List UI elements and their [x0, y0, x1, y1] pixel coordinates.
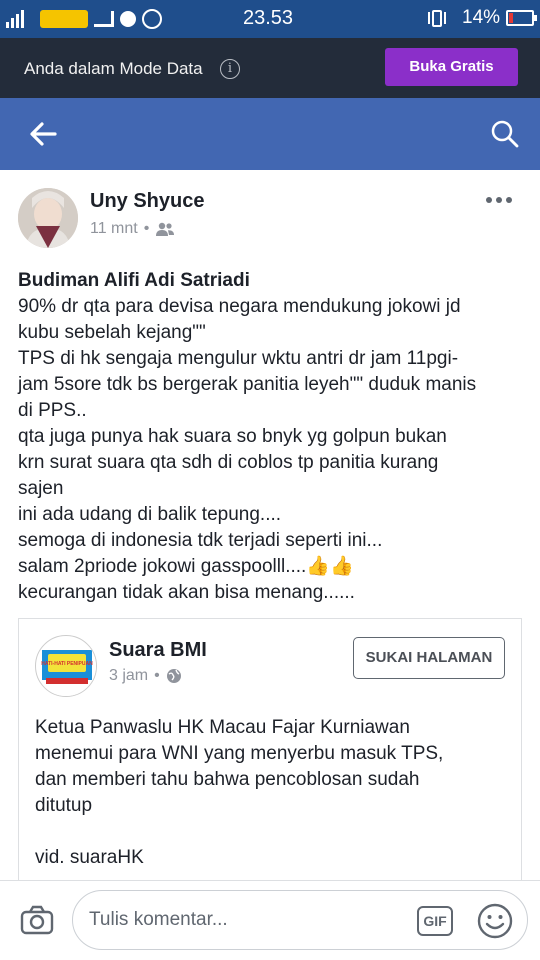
shared-page-name[interactable]: Suara BMI [109, 639, 207, 662]
battery-icon [506, 10, 537, 26]
post-body: Budiman Alifi Adi Satriadi 90% dr qta pa… [18, 268, 528, 606]
phone-icon [432, 10, 442, 27]
buka-gratis-button[interactable]: Buka Gratis [385, 48, 518, 86]
shared-post[interactable]: HATI-HATI PENIPUAN Suara BMI 3 jam • SUK… [18, 618, 522, 888]
meta-separator: • [154, 667, 160, 684]
post-meta: 11 mnt • [90, 220, 175, 238]
shared-caption: Ketua Panwaslu HK Macau Fajar Kurniawan … [35, 715, 443, 871]
comment-bar: Tulis komentar... GIF [0, 880, 540, 960]
globe-icon [166, 669, 181, 683]
notification-icons [40, 9, 162, 29]
top-navbar [0, 98, 540, 170]
post-line: qta juga punya hak suara so bnyk yg golp… [18, 426, 447, 447]
page-logo[interactable]: HATI-HATI PENIPUAN [35, 635, 97, 697]
caption-line: Ketua Panwaslu HK Macau Fajar Kurniawan [35, 717, 410, 738]
comment-input[interactable]: Tulis komentar... GIF [72, 890, 528, 950]
signal-icon [94, 11, 114, 27]
post-line: jam 5sore tdk bs bergerak panitia leyeh"… [18, 374, 477, 395]
meta-separator: • [143, 220, 150, 237]
post-line: kubu sebelah kejang"" [18, 322, 206, 343]
app-icon [40, 10, 88, 28]
location-icon [120, 11, 136, 27]
post-line: Budiman Alifi Adi Satriadi [18, 270, 250, 291]
post-time[interactable]: 11 mnt [90, 220, 138, 238]
camera-icon[interactable] [20, 905, 54, 935]
shared-meta: 3 jam • [109, 667, 182, 685]
post-line: 90% dr qta para devisa negara mendukung … [18, 296, 461, 317]
post-line: kecurangan tidak akan bisa menang...... [18, 582, 355, 603]
post-line: sajen [18, 478, 64, 499]
data-mode-text: Anda dalam Mode Data [24, 59, 203, 78]
search-icon[interactable] [490, 119, 520, 149]
like-page-button[interactable]: SUKAI HALAMAN [353, 637, 505, 679]
info-icon[interactable]: i [220, 59, 240, 79]
caption-line: ditutup [35, 795, 93, 816]
post-line: TPS di hk sengaja mengulur wktu antri dr… [18, 348, 459, 369]
caption-line: menemui para WNI yang menyerbu masuk TPS… [35, 743, 444, 764]
post-line: ini ada udang di balik tepung.... [18, 504, 282, 525]
back-arrow-icon[interactable] [28, 120, 58, 148]
post-card: Uny Shyuce 11 mnt • Budiman Alifi Adi Sa… [0, 170, 540, 888]
gif-button[interactable]: GIF [417, 906, 453, 936]
author-name[interactable]: Uny Shyuce [90, 190, 204, 213]
avatar[interactable] [18, 188, 78, 248]
caption-line: vid. suaraHK [35, 847, 144, 868]
status-bar: 23.53 14% [0, 0, 540, 38]
data-mode-banner: Anda dalam Mode Data i Buka Gratis [0, 38, 540, 98]
signal-icon [6, 8, 24, 28]
whatsapp-icon [142, 9, 162, 29]
shared-time[interactable]: 3 jam [109, 667, 148, 685]
emoji-icon[interactable] [477, 903, 513, 939]
post-line: di PPS.. [18, 400, 87, 421]
caption-line [35, 819, 443, 845]
post-line: semoga di indonesia tdk terjadi seperti … [18, 530, 383, 551]
post-line: krn surat suara qta sdh di coblos tp pan… [18, 452, 439, 473]
page-logo-text: HATI-HATI PENIPUAN [41, 661, 93, 667]
more-options-icon[interactable] [486, 197, 512, 203]
clock: 23.53 [243, 7, 294, 29]
post-line: salam 2priode jokowi gasspoolll....👍👍 [18, 556, 354, 577]
battery-percent: 14% [462, 7, 501, 28]
friends-icon [156, 222, 175, 236]
comment-placeholder: Tulis komentar... [89, 909, 228, 930]
caption-line: dan memberi tahu bahwa pencoblosan sudah [35, 769, 420, 790]
